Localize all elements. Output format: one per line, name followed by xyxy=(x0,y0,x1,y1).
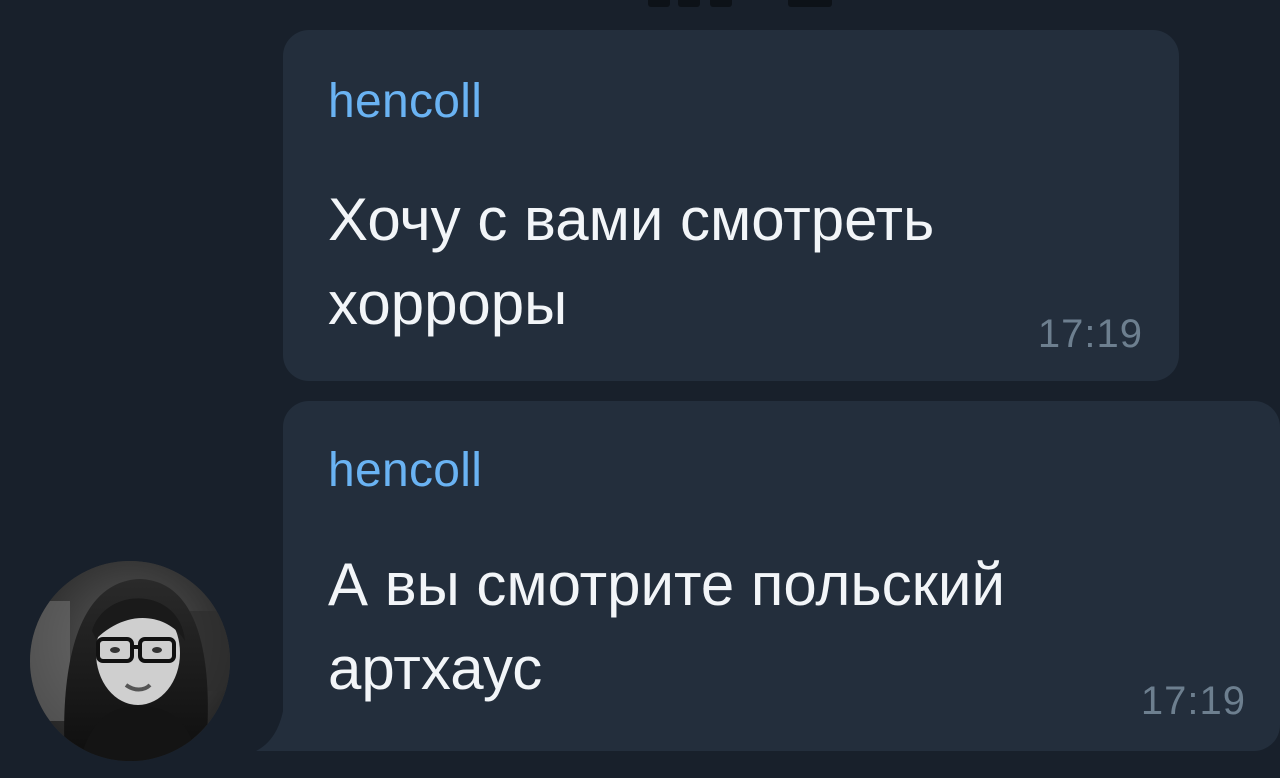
sender-name[interactable]: hencoll xyxy=(328,74,482,129)
message-time: 17:19 xyxy=(1037,312,1143,356)
message-text: Хочу с вами смотреть хорроры xyxy=(328,186,935,337)
chat-view: hencoll Хочу с вами смотреть хорроры 17:… xyxy=(0,0,1280,778)
avatar[interactable] xyxy=(30,561,230,761)
message-time: 17:19 xyxy=(1140,679,1246,723)
clipped-top-element xyxy=(648,0,848,8)
message-text: А вы смотрите польский артхаус xyxy=(328,551,1005,702)
message-bubble[interactable]: hencoll А вы смотрите польский артхаус 1… xyxy=(283,401,1280,751)
message-bubble[interactable]: hencoll Хочу с вами смотреть хорроры 17:… xyxy=(283,30,1179,381)
sender-name[interactable]: hencoll xyxy=(328,443,482,498)
user-photo-avatar-icon xyxy=(30,561,230,761)
